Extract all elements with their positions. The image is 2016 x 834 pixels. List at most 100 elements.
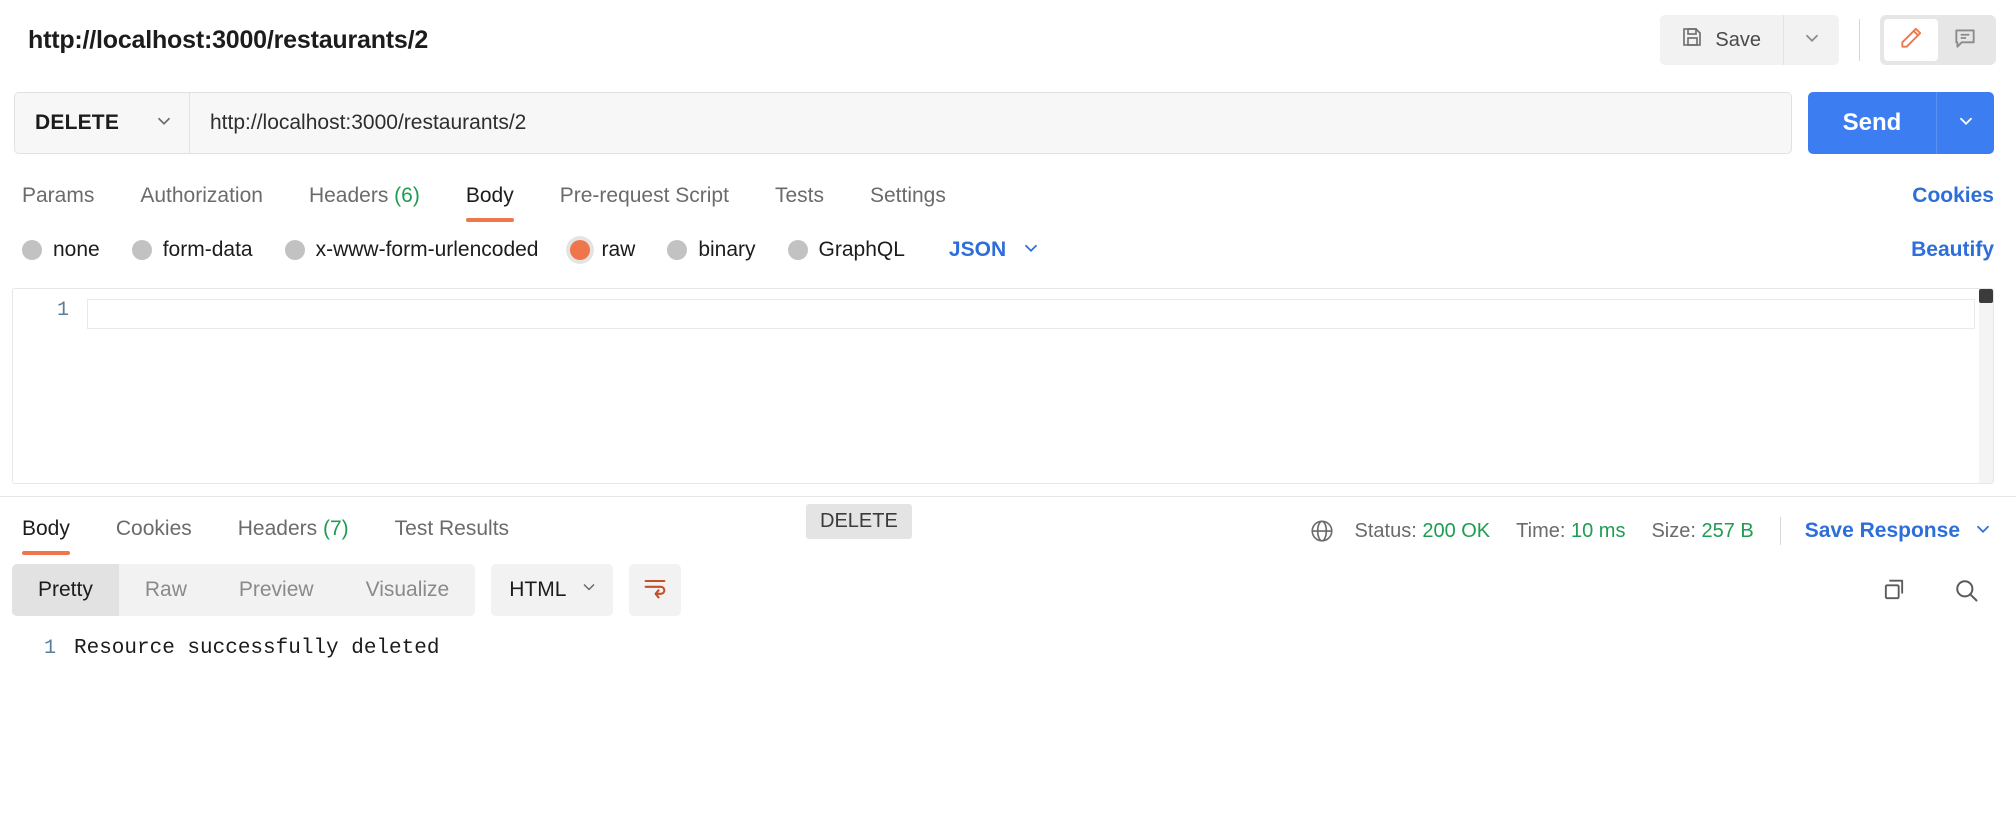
time-label: Time: [1516, 519, 1566, 542]
page-title: http://localhost:3000/restaurants/2 [28, 25, 429, 54]
body-type-form-data[interactable]: form-data [131, 238, 253, 262]
tab-label: Body [22, 517, 70, 540]
body-format-selector[interactable]: JSON [949, 237, 1042, 264]
save-response-label: Save Response [1804, 519, 1960, 542]
tab-label: Pre-request Script [559, 184, 729, 207]
response-view-visualize[interactable]: Visualize [340, 564, 476, 616]
radio-icon [284, 240, 305, 260]
tab-label: Test Results [394, 517, 510, 540]
body-type-label: GraphQL [818, 238, 905, 261]
save-button-group: Save [1660, 15, 1839, 65]
method-selector[interactable]: DELETE [14, 92, 189, 154]
tab-authorization[interactable]: Authorization [140, 184, 263, 222]
save-dropdown-button[interactable] [1783, 15, 1839, 65]
size-label: Size: [1651, 519, 1696, 542]
cookies-link[interactable]: Cookies [1912, 184, 1994, 207]
comment-icon [1952, 25, 1978, 56]
response-tab-test-results[interactable]: Test Results [395, 517, 509, 555]
response-tab-headers[interactable]: Headers (7) [238, 517, 349, 555]
body-type-raw[interactable]: raw [570, 238, 635, 262]
word-wrap-button[interactable] [629, 564, 682, 616]
top-header: http://localhost:3000/restaurants/2 Save [0, 0, 2016, 80]
tab-label: Params [22, 184, 95, 207]
status-code: Status: 200 OK [1355, 520, 1491, 543]
editor-active-line[interactable] [87, 299, 1975, 329]
response-view-segmented-control: Pretty Raw Preview Visualize [12, 564, 476, 616]
radio-icon [22, 240, 42, 260]
response-tabs: Body Cookies Headers (7) Test Results DE… [0, 497, 2016, 555]
tab-pre-request-script[interactable]: Pre-request Script [560, 184, 729, 222]
body-type-binary[interactable]: binary [667, 238, 756, 262]
editor-scrollbar-thumb[interactable] [1979, 289, 1993, 303]
beautify-link[interactable]: Beautify [1911, 238, 1994, 261]
body-type-graphql[interactable]: GraphQL [787, 238, 905, 262]
response-body-text: Resource successfully deleted [74, 637, 440, 660]
method-tooltip: DELETE [806, 504, 912, 539]
edit-mode-button[interactable] [1884, 19, 1938, 61]
send-button[interactable]: Send [1808, 92, 1936, 154]
response-size: Size: 257 B [1651, 520, 1753, 543]
body-type-row: none form-data x-www-form-urlencoded raw… [0, 222, 2016, 278]
chevron-down-icon [1801, 27, 1823, 54]
tab-label: Tests [774, 184, 824, 207]
request-tabs: Params Authorization Headers (6) Body Pr… [0, 166, 2016, 222]
body-type-label: form-data [162, 238, 253, 261]
word-wrap-icon [641, 574, 669, 607]
chevron-down-icon [1955, 110, 1977, 137]
status-label: Status: [1354, 519, 1417, 542]
tab-headers[interactable]: Headers (6) [309, 184, 420, 222]
response-tab-body[interactable]: Body [22, 517, 70, 555]
response-view-raw[interactable]: Raw [119, 564, 213, 616]
tab-label: Authorization [140, 184, 263, 207]
line-number: 1 [43, 637, 56, 660]
body-type-label: binary [698, 238, 756, 261]
body-format-label: JSON [948, 238, 1007, 261]
request-body-editor[interactable]: 1 [12, 288, 1994, 484]
response-body-viewer: 1 Resource successfully deleted [0, 625, 2016, 660]
copy-icon[interactable] [1880, 576, 1908, 604]
save-button[interactable]: Save [1660, 15, 1783, 65]
body-type-urlencoded[interactable]: x-www-form-urlencoded [284, 238, 539, 262]
pencil-icon [1898, 25, 1924, 56]
url-input[interactable] [189, 92, 1792, 154]
editor-code-area[interactable] [87, 289, 1993, 483]
response-gutter: 1 [0, 637, 74, 660]
response-format-selector[interactable]: HTML [491, 564, 614, 616]
save-response-button[interactable]: Save Response [1805, 518, 1994, 545]
url-bar: DELETE Send [0, 80, 2016, 166]
tab-body[interactable]: Body [465, 184, 514, 222]
chevron-down-icon [153, 110, 175, 137]
body-type-none[interactable]: none [22, 238, 100, 262]
tab-label: Headers [308, 184, 389, 207]
chevron-down-icon [1972, 518, 1994, 545]
response-tab-cookies[interactable]: Cookies [116, 517, 192, 555]
response-format-label: HTML [509, 578, 567, 601]
radio-icon [131, 240, 152, 260]
body-type-label: raw [601, 238, 636, 261]
chevron-down-icon [1020, 237, 1042, 264]
send-button-group: Send [1808, 92, 1994, 154]
search-icon[interactable] [1952, 576, 1980, 604]
chevron-down-icon [579, 577, 599, 603]
time-value: 10 ms [1570, 519, 1626, 542]
body-type-label: x-www-form-urlencoded [315, 238, 539, 261]
save-button-label: Save [1715, 28, 1761, 51]
send-dropdown-button[interactable] [1936, 92, 1994, 154]
size-value: 257 B [1701, 519, 1754, 542]
radio-icon-selected [570, 240, 591, 260]
view-mode-toggle [1880, 15, 1996, 65]
editor-gutter: 1 [13, 289, 87, 483]
tab-label: Body [465, 184, 514, 207]
tab-tests[interactable]: Tests [775, 184, 824, 222]
radio-icon [787, 240, 808, 260]
tab-params[interactable]: Params [22, 184, 94, 222]
comment-mode-button[interactable] [1938, 19, 1992, 61]
radio-icon [667, 240, 688, 260]
editor-scrollbar[interactable] [1979, 289, 1993, 483]
response-view-toolbar: Pretty Raw Preview Visualize HTML [0, 555, 2016, 625]
response-view-pretty[interactable]: Pretty [12, 564, 119, 616]
tab-settings[interactable]: Settings [870, 184, 946, 222]
globe-icon [1309, 518, 1335, 544]
response-view-preview[interactable]: Preview [213, 564, 340, 616]
status-divider [1779, 517, 1781, 545]
